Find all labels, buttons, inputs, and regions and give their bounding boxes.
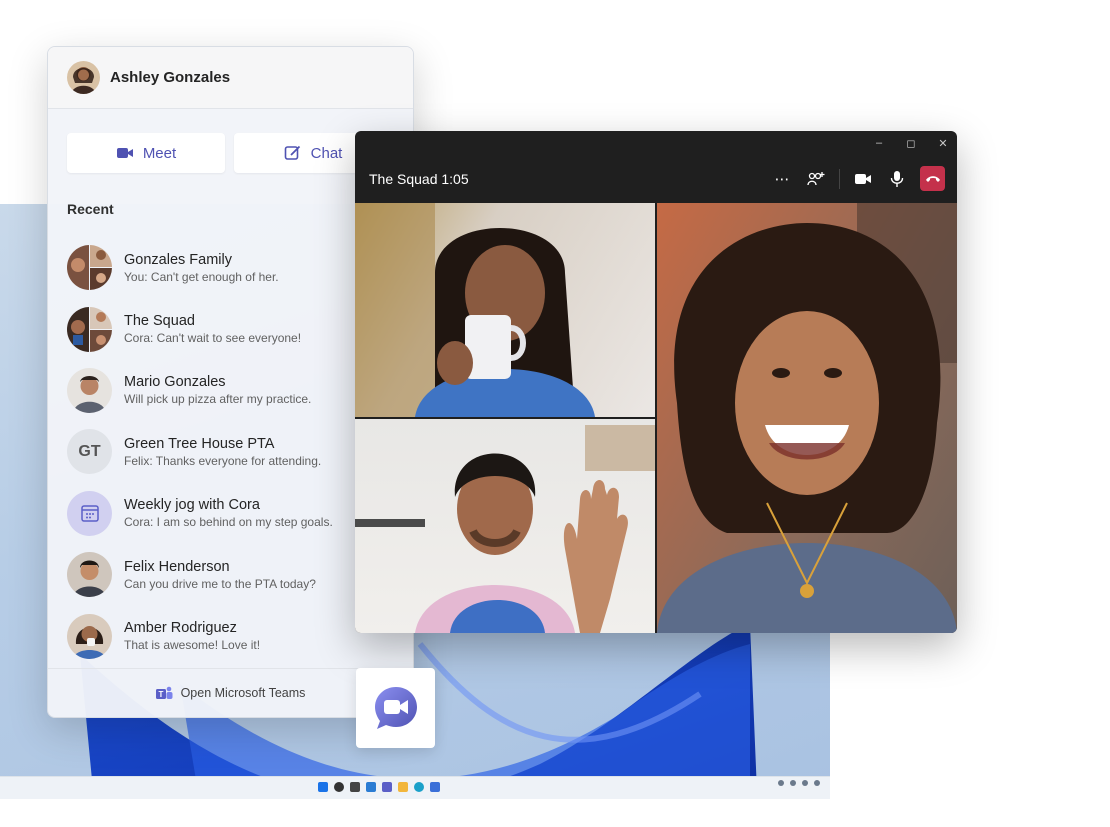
maximize-icon[interactable]: ◻	[905, 137, 917, 150]
chat-name: The Squad	[124, 313, 195, 330]
teams-chat-app-tile[interactable]	[356, 668, 435, 748]
taskbar	[0, 776, 830, 799]
recent-heading: Recent	[67, 201, 114, 217]
group-avatar	[67, 306, 112, 352]
chat-name: Mario Gonzales	[124, 374, 226, 391]
battery-icon[interactable]	[814, 780, 820, 786]
calendar-avatar	[67, 490, 112, 536]
participant-tile-woman-with-mug[interactable]	[355, 203, 655, 417]
start-icon[interactable]	[318, 782, 328, 792]
chat-preview: Felix: Thanks everyone for attending.	[124, 453, 322, 468]
call-window: – ◻ ✕ The Squad 1:05 ⋯	[355, 131, 957, 633]
chat-preview: Cora: Can't wait to see everyone!	[124, 331, 302, 346]
volume-icon[interactable]	[802, 780, 808, 786]
meet-label: Meet	[142, 144, 177, 162]
flyout-header: Ashley Gonzales	[48, 47, 413, 109]
group-avatar	[67, 245, 112, 291]
tray-chevron-icon[interactable]	[778, 780, 784, 786]
task-view-icon[interactable]	[350, 782, 360, 792]
video-grid	[355, 203, 957, 633]
initials-avatar: GT	[67, 429, 112, 475]
user-avatar[interactable]	[67, 61, 100, 94]
participant-tile-man-waving[interactable]	[355, 419, 655, 633]
teams-chat-icon	[374, 687, 417, 729]
search-icon[interactable]	[334, 782, 344, 792]
toolbar-divider	[839, 168, 840, 189]
calendar-icon	[80, 505, 99, 522]
hangup-button[interactable]	[920, 166, 945, 191]
chat-name: Gonzales Family	[124, 251, 232, 268]
close-icon[interactable]: ✕	[937, 137, 949, 150]
contact-avatar	[67, 552, 112, 598]
wifi-icon[interactable]	[790, 780, 796, 786]
chat-name: Weekly jog with Cora	[124, 497, 260, 514]
chat-name: Amber Rodriguez	[124, 620, 237, 637]
chat-label: Chat	[310, 144, 343, 162]
hangup-icon	[925, 175, 940, 182]
chat-preview: Can you drive me to the PTA today?	[124, 576, 316, 591]
file-explorer-icon[interactable]	[398, 782, 408, 792]
minimize-icon[interactable]: –	[873, 137, 885, 149]
chat-preview: You: Can't get enough of her.	[124, 269, 279, 284]
video-icon[interactable]	[852, 168, 874, 190]
people-add-icon[interactable]	[805, 168, 827, 190]
user-name: Ashley Gonzales	[110, 69, 231, 86]
chat-preview: That is awesome! Love it!	[124, 638, 261, 653]
contact-avatar	[67, 367, 112, 413]
chat-preview: Will pick up pizza after my practice.	[124, 392, 312, 407]
store-icon[interactable]	[430, 782, 440, 792]
widgets-icon[interactable]	[366, 782, 376, 792]
video-camera-icon	[116, 148, 133, 158]
chat-preview: Cora: I am so behind on my step goals.	[124, 515, 333, 530]
window-titlebar: – ◻ ✕	[355, 131, 957, 155]
mic-icon[interactable]	[886, 168, 908, 190]
svg-text:T: T	[158, 690, 163, 699]
teams-logo-icon: T	[155, 686, 173, 699]
chat-name: Felix Henderson	[124, 558, 230, 575]
participant-tile-woman-laughing[interactable]	[657, 203, 957, 633]
open-teams-label: Open Microsoft Teams	[180, 686, 306, 700]
contact-avatar	[67, 613, 112, 659]
call-title: The Squad 1:05	[369, 171, 469, 187]
call-header: The Squad 1:05 ⋯	[355, 155, 957, 203]
teams-chat-icon[interactable]	[382, 782, 392, 792]
more-icon[interactable]: ⋯	[771, 168, 793, 190]
meet-button[interactable]: Meet	[67, 133, 225, 173]
edge-icon[interactable]	[414, 782, 424, 792]
compose-icon	[284, 145, 300, 160]
chat-name: Green Tree House PTA	[124, 435, 275, 452]
